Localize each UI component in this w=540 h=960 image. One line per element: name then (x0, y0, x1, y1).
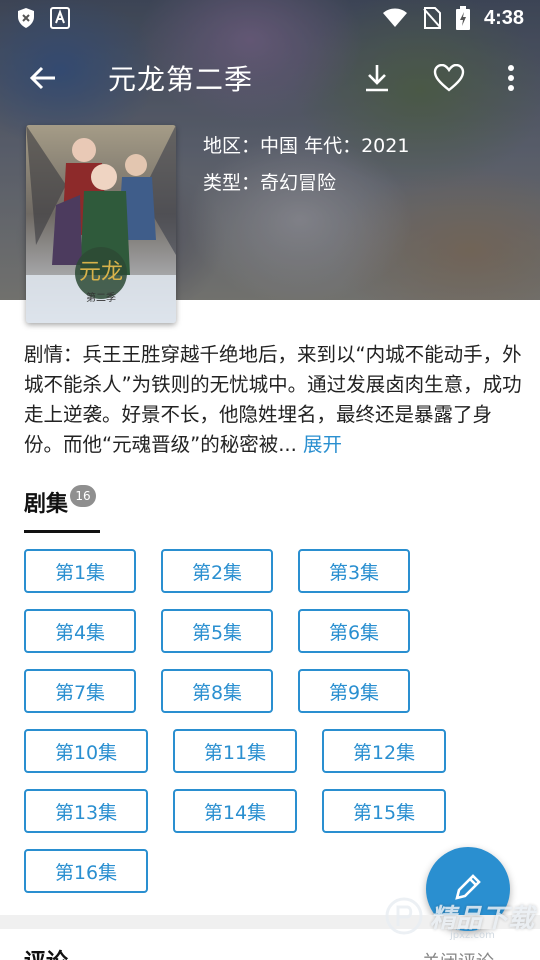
episodes-title: 剧集 (24, 492, 69, 517)
shield-x-icon (16, 7, 36, 29)
genre-label: 类型： (203, 172, 261, 194)
episode-button[interactable]: 第8集 (161, 669, 273, 713)
no-sim-icon (422, 7, 442, 29)
region-value: 中国 (260, 135, 299, 157)
font-a-icon (50, 7, 70, 29)
episodes-header: 剧集 16 (24, 485, 97, 518)
episode-button[interactable]: 第6集 (298, 609, 410, 653)
info-row-region: 地区：中国 年代：2021 (203, 128, 409, 165)
poster-logo: 元龙 (79, 260, 123, 285)
status-time: 4:38 (483, 6, 524, 29)
battery-charging-icon (455, 6, 470, 30)
episode-button[interactable]: 第13集 (24, 789, 148, 833)
episode-button[interactable]: 第5集 (161, 609, 273, 653)
watermark-sub: jpxz.com (450, 930, 495, 941)
close-comments-link[interactable]: 关闭评论 (422, 948, 494, 960)
episode-button[interactable]: 第15集 (322, 789, 446, 833)
watermark-text: 精品下载 (430, 903, 535, 934)
episode-button[interactable]: 第3集 (298, 549, 410, 593)
episode-count-badge: 16 (70, 485, 97, 507)
episodes-tab-indicator (24, 530, 100, 533)
page-title: 元龙第二季 (108, 63, 254, 96)
episode-button[interactable]: 第10集 (24, 729, 148, 773)
episode-button[interactable]: 第16集 (24, 849, 148, 893)
toolbar: 元龙第二季 (0, 46, 540, 110)
episode-button[interactable]: 第1集 (24, 549, 136, 593)
year-value: 2021 (361, 135, 410, 157)
status-bar: 4:38 (0, 0, 540, 36)
download-icon[interactable] (352, 53, 402, 103)
more-vert-icon[interactable] (496, 53, 526, 103)
synopsis-text: 剧情：兵王王胜穿越千绝地后，来到以“内城不能动手，外城不能杀人”为铁则的无忧城中… (24, 343, 522, 456)
episode-button[interactable]: 第4集 (24, 609, 136, 653)
episode-button[interactable]: 第9集 (298, 669, 410, 713)
watermark-logo: 精品下载 jpxz.com (384, 886, 540, 946)
wifi-icon (382, 8, 408, 28)
synopsis: 剧情：兵王王胜穿越千绝地后，来到以“内城不能动手，外城不能杀人”为铁则的无忧城中… (24, 340, 524, 460)
episode-button[interactable]: 第11集 (173, 729, 297, 773)
episode-button[interactable]: 第2集 (161, 549, 273, 593)
genre-value: 奇幻冒险 (260, 172, 337, 194)
region-label: 地区： (203, 135, 261, 157)
year-label: 年代： (304, 135, 362, 157)
back-arrow-icon[interactable] (18, 53, 68, 103)
episode-button[interactable]: 第14集 (173, 789, 297, 833)
heart-icon[interactable] (424, 53, 474, 103)
expand-link[interactable]: 展开 (303, 433, 342, 456)
info-block: 地区：中国 年代：2021 类型：奇幻冒险 (203, 128, 409, 202)
episode-button[interactable]: 第7集 (24, 669, 136, 713)
info-row-genre: 类型：奇幻冒险 (203, 165, 409, 202)
comments-title: 评论 (24, 944, 68, 960)
poster-logo-sub: 第二季 (86, 291, 116, 304)
poster-image[interactable]: 元龙 第二季 (26, 125, 176, 323)
episode-button[interactable]: 第12集 (322, 729, 446, 773)
